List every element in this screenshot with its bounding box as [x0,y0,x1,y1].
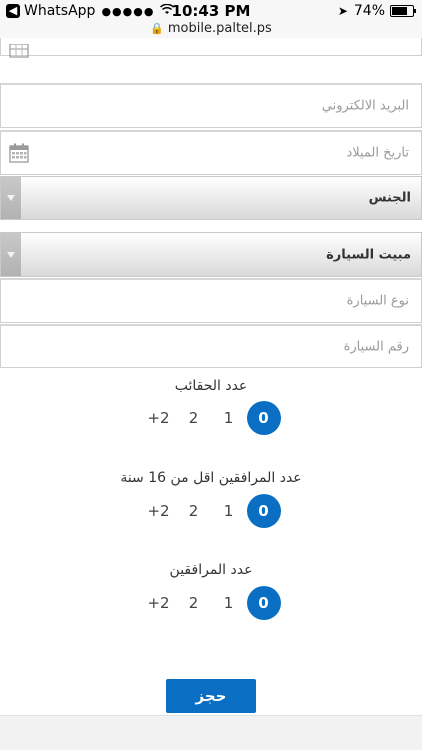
battery-icon [390,5,416,17]
partial-field[interactable] [0,38,422,58]
url-text: mobile.paltel.ps [167,21,272,36]
bottom-bar [0,715,422,750]
gender-select-value: الجنس [368,190,411,206]
car-number-placeholder: رقم السيارة [343,339,409,354]
calendar-icon [9,44,29,58]
companions-counter: 0 1 2 +2 [0,586,422,620]
bags-option-0[interactable]: 0 [246,401,281,435]
car-type-field[interactable]: نوع السيارة [0,278,422,323]
minors-counter: 0 1 2 +2 [0,494,422,528]
chevron-down-icon [7,195,15,201]
minors-counter-title: عدد المرافقين اقل من 16 سنة [120,470,302,486]
birthdate-placeholder: تاريخ الميلاد [346,145,409,161]
select-arrow-box [1,177,21,219]
lock-icon: 🔒 [150,22,164,35]
battery-fill [392,7,407,15]
status-right: ➤ 74% [337,3,416,19]
location-arrow-icon: ➤ [337,4,348,18]
book-button[interactable]: حجز [166,679,256,713]
minors-option-0[interactable]: 0 [246,494,281,528]
minors-option-2[interactable]: 2 [177,494,211,528]
select-arrow-box [1,233,21,276]
gender-select[interactable]: الجنس [0,176,422,220]
minors-option-more[interactable]: +2 [142,494,176,528]
status-bar: ◀ WhatsApp ●●●●● 10:43 PM 🔒 mobile.paltel… [0,0,422,40]
email-field[interactable]: البريد الالكتروني [0,83,422,128]
car-parking-select-value: مبيت السيارة [326,247,411,262]
url-bar[interactable]: 🔒 mobile.paltel.ps [0,21,422,36]
bags-counter-title: عدد الحقائب [174,378,248,394]
bags-option-2[interactable]: 2 [177,401,211,435]
companions-option-1[interactable]: 1 [212,586,246,620]
companions-option-0[interactable]: 0 [246,586,281,620]
battery-percent: 74% [353,3,385,19]
bags-option-more[interactable]: +2 [142,401,176,435]
birthdate-field[interactable]: تاريخ الميلاد [0,130,422,175]
companions-counter-title: عدد المرافقين [169,562,253,578]
car-number-field[interactable]: رقم السيارة [0,324,422,368]
chevron-down-icon [7,251,15,258]
bags-option-1[interactable]: 1 [212,401,246,435]
companions-option-2[interactable]: 2 [177,586,211,620]
calendar-icon[interactable] [9,143,29,163]
companions-option-more[interactable]: +2 [142,586,176,620]
car-parking-select[interactable]: مبيت السيارة [0,232,422,277]
bags-counter: 0 1 2 +2 [0,401,422,435]
car-type-placeholder: نوع السيارة [346,293,409,309]
email-placeholder: البريد الالكتروني [321,98,409,114]
minors-option-1[interactable]: 1 [212,494,246,528]
